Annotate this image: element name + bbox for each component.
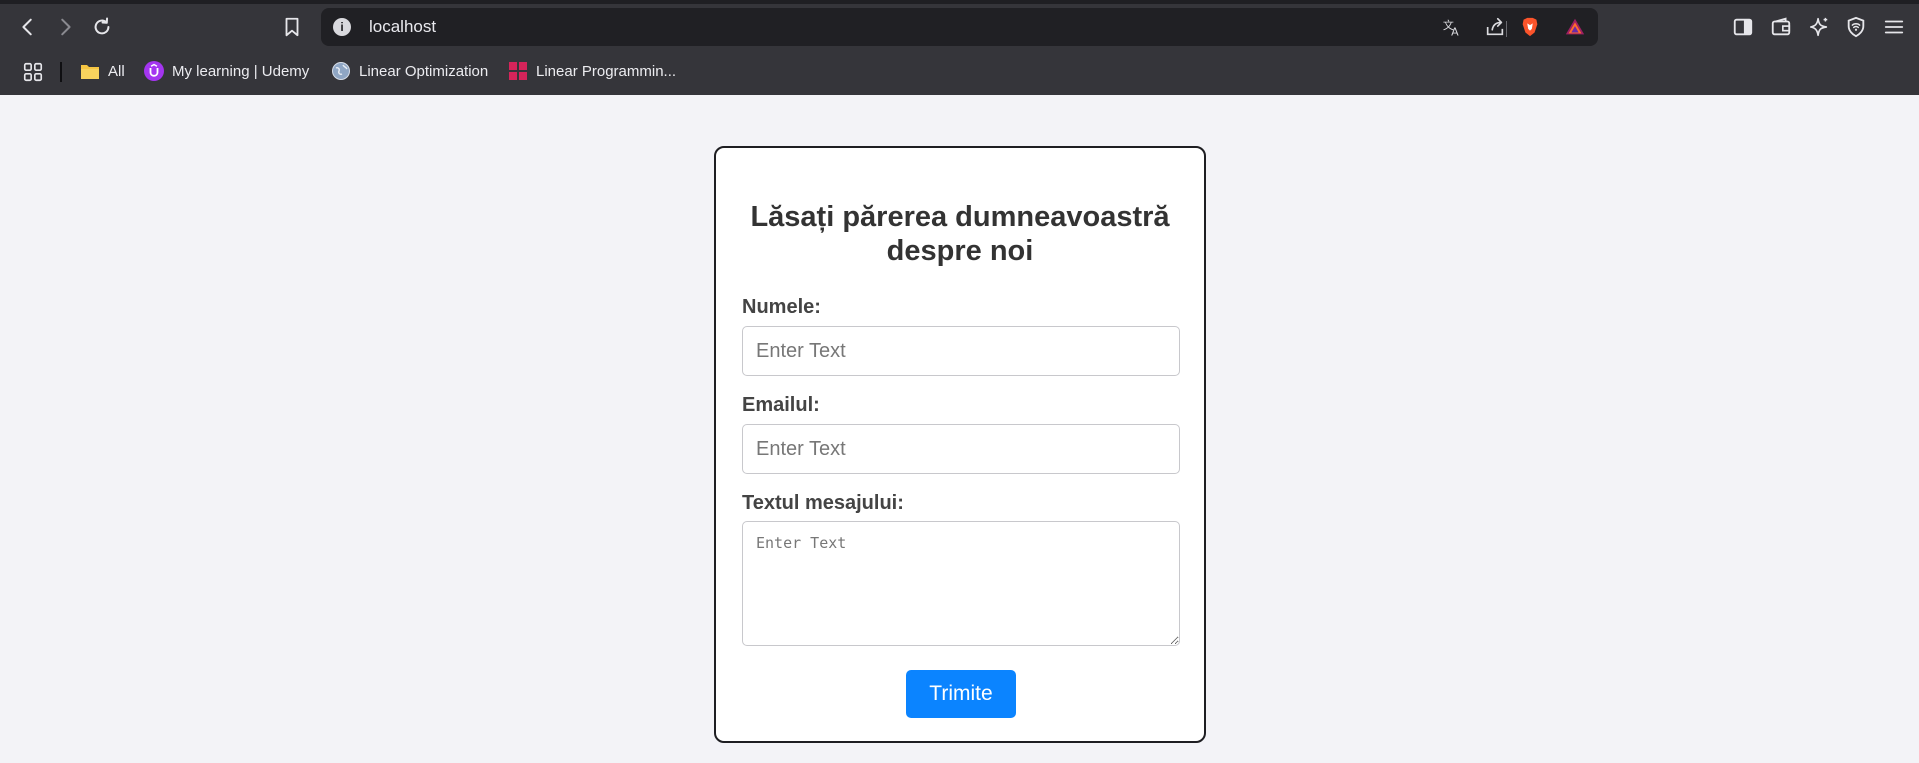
bookmark-linear-optimization[interactable]: Linear Optimization xyxy=(331,60,488,82)
leo-ai-button[interactable] xyxy=(1805,13,1833,41)
bookmark-all[interactable]: All xyxy=(80,60,125,82)
sidebar-icon xyxy=(1733,18,1753,36)
email-input[interactable] xyxy=(742,424,1180,474)
browser-toolbar: i localhost 文 A xyxy=(0,4,1919,50)
sparkle-icon xyxy=(1809,17,1828,37)
bookmark-label: All xyxy=(108,62,125,80)
bookmarks-separator xyxy=(60,62,62,82)
brave-rewards-icon[interactable] xyxy=(1564,16,1586,38)
site-info-icon[interactable]: i xyxy=(333,18,351,36)
address-bar-separator xyxy=(1506,21,1507,37)
address-bar[interactable]: i localhost 文 A xyxy=(321,8,1598,46)
wallet-icon xyxy=(1771,17,1791,36)
name-label: Numele: xyxy=(742,296,821,318)
submit-button[interactable]: Trimite xyxy=(906,670,1016,718)
bookmark-linear-programming[interactable]: Linear Programmin... xyxy=(508,60,676,82)
form-title: Lăsați părerea dumneavoastră despre noi xyxy=(750,201,1170,267)
url-text[interactable]: localhost xyxy=(369,17,436,37)
reload-button[interactable] xyxy=(88,13,116,41)
hamburger-menu-icon xyxy=(1884,20,1904,34)
chevron-left-icon xyxy=(22,18,32,36)
grid-logo-icon xyxy=(509,62,527,80)
feedback-form: Lăsați părerea dumneavoastră despre noi … xyxy=(714,146,1206,743)
udemy-icon xyxy=(144,61,164,81)
folder-icon xyxy=(81,65,99,79)
bookmark-label: My learning | Udemy xyxy=(172,62,310,80)
bookmark-label: Linear Programmin... xyxy=(536,62,677,80)
reload-icon xyxy=(94,17,110,35)
share-icon[interactable] xyxy=(1484,16,1506,38)
back-button[interactable] xyxy=(14,13,42,41)
brave-shields-icon[interactable] xyxy=(1519,16,1541,38)
apps-button[interactable] xyxy=(19,58,47,86)
bookmarks-bar: All My learning | Udemy Linear Optimizat… xyxy=(0,50,1919,95)
bookmark-icon xyxy=(285,17,299,37)
menu-button[interactable] xyxy=(1880,13,1908,41)
svg-text:A: A xyxy=(1451,25,1459,38)
browser-chrome: i localhost 文 A All My learning | Udemy … xyxy=(0,0,1919,95)
message-label: Textul mesajului: xyxy=(742,492,904,514)
bookmark-udemy[interactable]: My learning | Udemy xyxy=(144,60,309,82)
message-textarea[interactable] xyxy=(742,521,1180,646)
vpn-button[interactable] xyxy=(1842,13,1870,41)
name-input[interactable] xyxy=(742,326,1180,376)
chevron-right-icon xyxy=(61,18,71,36)
translate-icon[interactable]: 文 A xyxy=(1441,16,1463,38)
bookmark-page-button[interactable] xyxy=(278,13,306,41)
forward-button[interactable] xyxy=(51,13,79,41)
wallet-button[interactable] xyxy=(1767,13,1795,41)
sidebar-toggle-button[interactable] xyxy=(1729,13,1757,41)
vpn-shield-icon xyxy=(1847,16,1865,38)
globe-icon xyxy=(332,62,350,80)
email-label: Emailul: xyxy=(742,394,820,416)
apps-grid-icon xyxy=(23,62,43,82)
bookmark-label: Linear Optimization xyxy=(359,62,489,80)
